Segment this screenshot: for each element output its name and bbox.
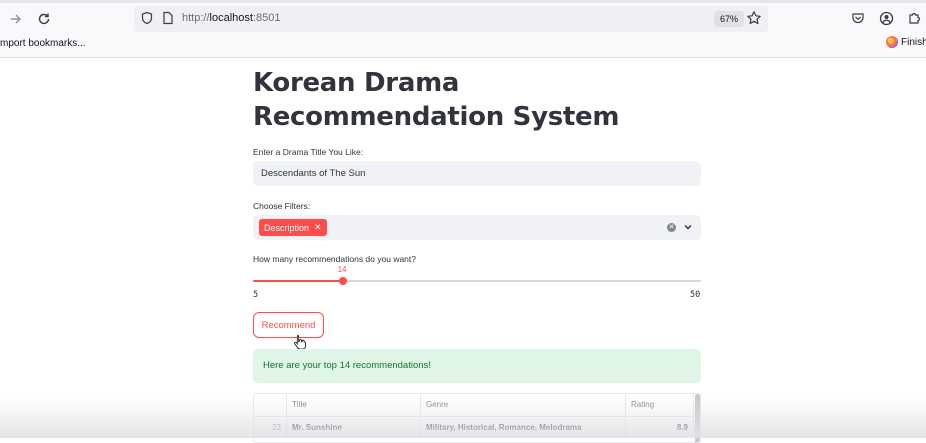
zoom-level-badge[interactable]: 67% <box>714 11 745 27</box>
filters-multiselect[interactable]: Description ✕ ✕ <box>253 215 701 240</box>
cell-title[interactable]: Mr. Sunshine <box>287 417 421 439</box>
slider-label: How many recommendations do you want? <box>253 254 416 264</box>
table-header-row: Title Genre Rating <box>254 394 694 416</box>
tracking-protection-shield-icon[interactable] <box>140 11 154 25</box>
recommend-button[interactable]: Recommend <box>253 312 324 338</box>
firefox-logo-icon <box>886 36 898 48</box>
slider-max-label: 50 <box>690 290 701 300</box>
chevron-down-icon[interactable] <box>683 222 693 232</box>
recommendation-count-slider[interactable] <box>253 277 701 285</box>
drama-title-input[interactable] <box>253 161 701 186</box>
drama-input-label: Enter a Drama Title You Like: <box>253 147 364 157</box>
finish-label: Finish <box>901 36 926 48</box>
table-row[interactable]: 23 Mr. Sunshine Military, Historical, Ro… <box>254 416 694 439</box>
row-index: 23 <box>254 417 287 439</box>
slider-current-value: 14 <box>337 265 347 274</box>
pocket-icon <box>852 13 864 24</box>
url-host: localhost <box>209 12 253 24</box>
browser-toolbar: http://localhost:8501 67% mport bookmark… <box>0 0 926 58</box>
recommendations-table[interactable]: Title Genre Rating 23 Mr. Sunshine Milit… <box>253 393 701 443</box>
filter-tag-description[interactable]: Description ✕ <box>259 219 327 236</box>
clear-all-icon[interactable]: ✕ <box>667 223 676 232</box>
account-button[interactable] <box>877 9 895 27</box>
cell-genre[interactable]: Military, Historical, Romance, Melodrama <box>421 417 626 439</box>
pocket-button[interactable] <box>849 9 867 27</box>
slider-thumb[interactable] <box>338 277 347 285</box>
filters-label: Choose Filters: <box>253 201 311 211</box>
hand-pointer-cursor-icon <box>294 335 307 350</box>
reload-button[interactable] <box>33 8 55 30</box>
address-bar[interactable]: http://localhost:8501 67% <box>134 6 768 32</box>
finish-setup-item[interactable]: Finish <box>886 36 926 48</box>
reload-icon <box>38 13 50 25</box>
cell-rating[interactable]: 8.9 <box>626 417 694 439</box>
remove-tag-icon[interactable]: ✕ <box>314 222 322 233</box>
extensions-button[interactable] <box>905 9 923 27</box>
column-header-genre[interactable]: Genre <box>421 394 626 416</box>
column-header-rating[interactable]: Rating <box>626 394 694 416</box>
success-alert: Here are your top 14 recommendations! <box>253 349 701 383</box>
forward-arrow-icon <box>11 14 21 24</box>
url-text[interactable]: http://localhost:8501 <box>182 12 280 24</box>
column-header-title[interactable]: Title <box>287 394 421 416</box>
puzzle-piece-icon <box>909 12 921 24</box>
url-port: :8501 <box>252 12 281 24</box>
forward-button[interactable] <box>5 8 27 30</box>
import-bookmarks-link[interactable]: mport bookmarks... <box>0 38 86 49</box>
page-title: Korean Drama Recommendation System <box>253 68 620 132</box>
filter-tag-label: Description <box>264 222 310 233</box>
slider-fill <box>253 280 343 282</box>
slider-min-label: 5 <box>253 290 259 300</box>
url-scheme: http:// <box>182 12 210 24</box>
table-scrollbar[interactable] <box>695 394 700 442</box>
page-info-icon[interactable] <box>162 11 174 25</box>
account-icon <box>879 11 893 25</box>
tab-strip-edge <box>0 0 926 3</box>
index-header <box>254 394 287 416</box>
bookmark-star-icon[interactable] <box>746 10 762 26</box>
